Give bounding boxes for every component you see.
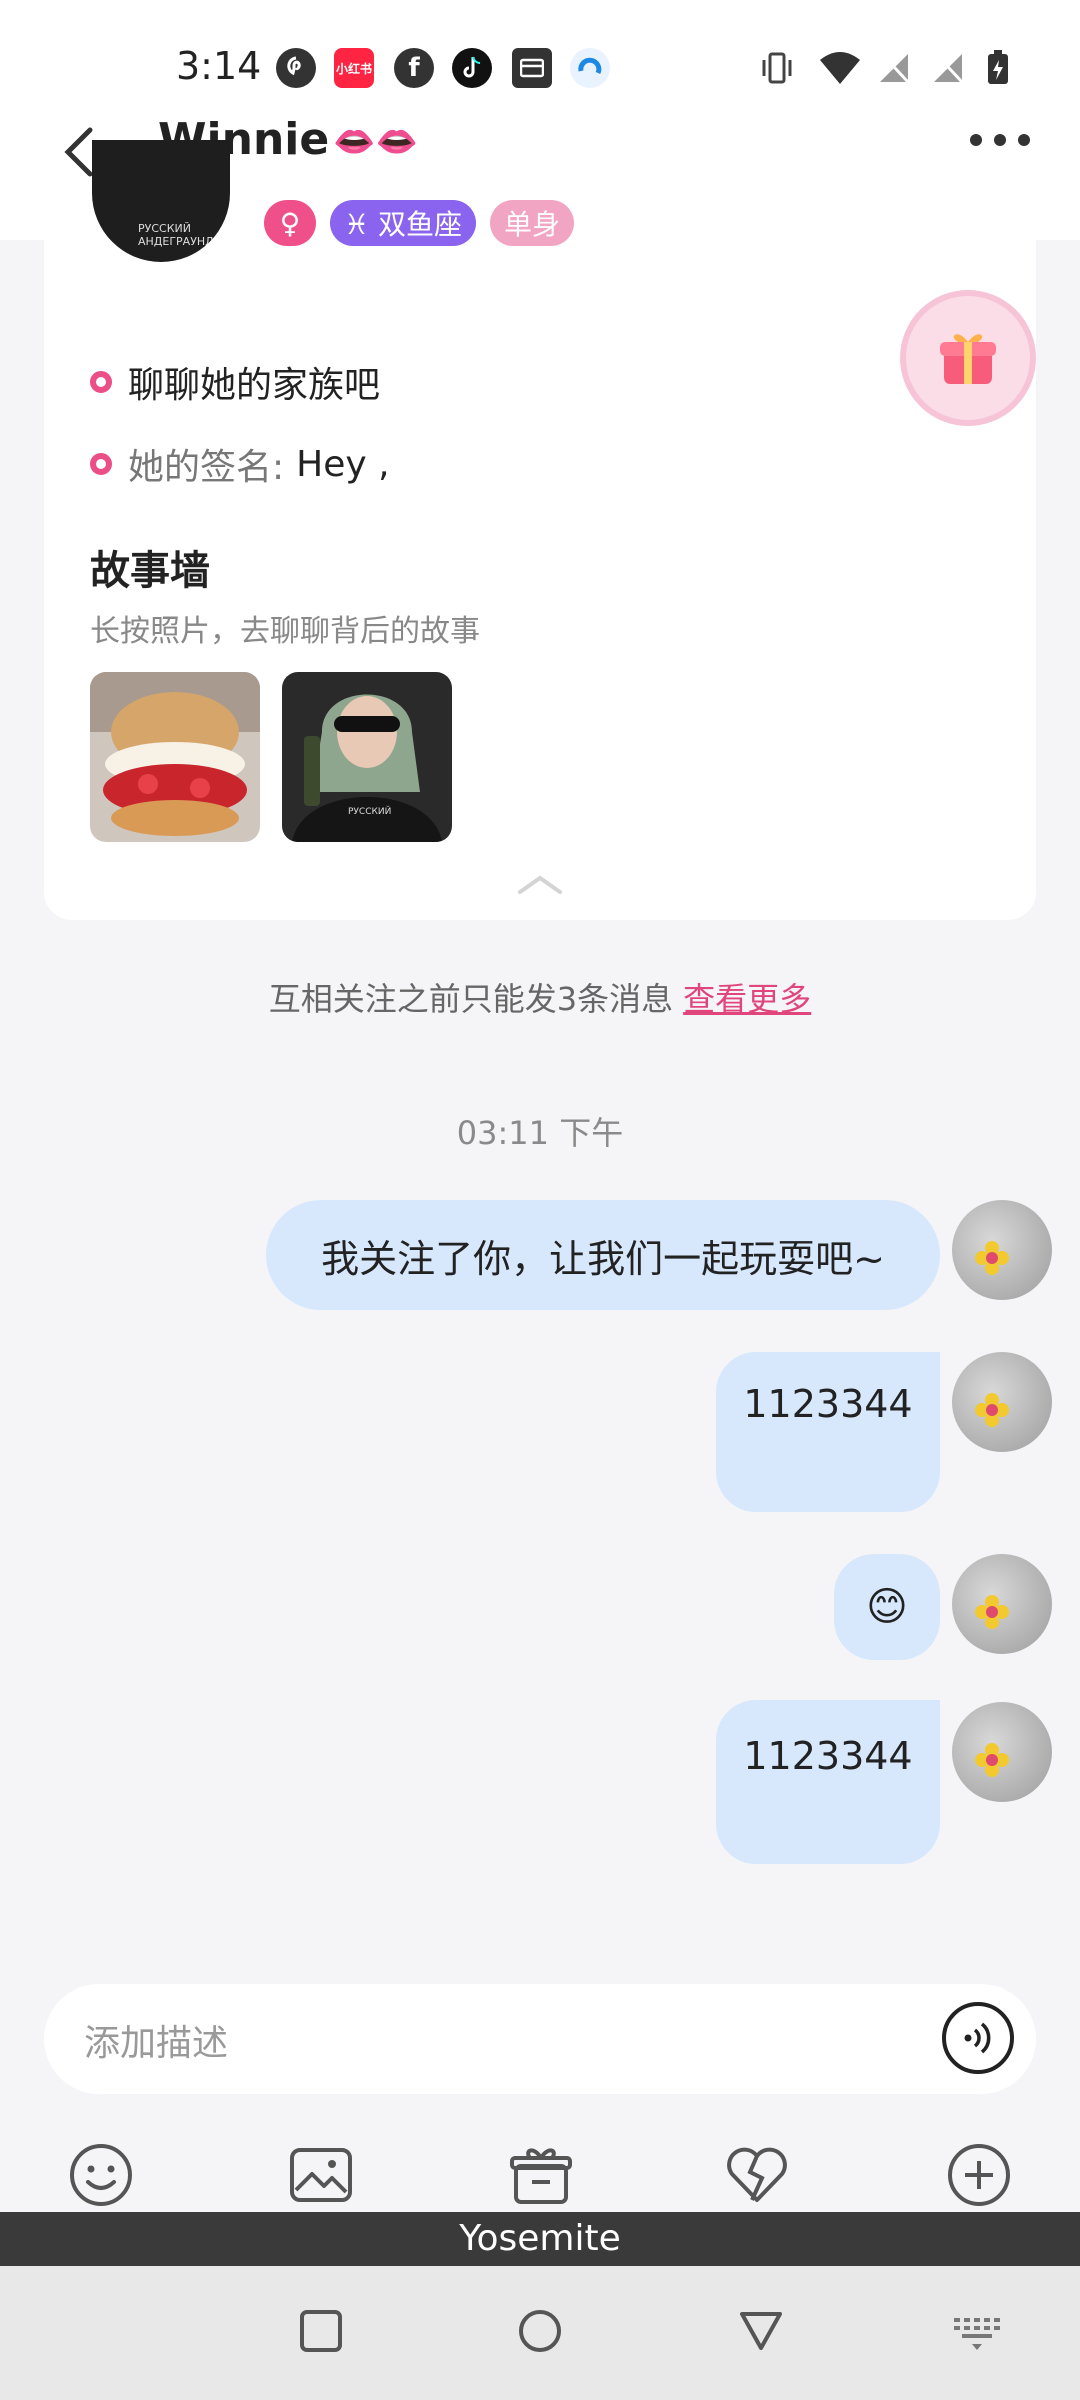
- signature-line: 她的签名: Hey ,: [90, 438, 390, 490]
- voice-icon: [964, 2022, 991, 2054]
- relationship-tag: 单身: [490, 200, 575, 246]
- message-bubble[interactable]: 1123344: [716, 1700, 940, 1864]
- gift-toolbar-icon[interactable]: [506, 2140, 576, 2210]
- chat-toolbar: [0, 2140, 1080, 2220]
- message-input[interactable]: 添加描述: [84, 2014, 228, 2066]
- battery-icon: [988, 50, 1008, 84]
- story-wall-title: 故事墙: [90, 548, 210, 594]
- gender-tag: ♀: [264, 200, 316, 246]
- message-bubble[interactable]: 我关注了你，让我们一起玩耍吧~: [266, 1200, 940, 1310]
- story-wall-subtitle: 长按照片，去聊聊背后的故事: [90, 614, 480, 649]
- zodiac-tag: ♓ 双鱼座: [330, 200, 477, 246]
- my-avatar[interactable]: [952, 1702, 1052, 1802]
- message-text: 1123344: [743, 1382, 913, 1426]
- image-icon[interactable]: [286, 2140, 356, 2210]
- signature-value: Hey ,: [296, 443, 390, 485]
- facebook-icon: f: [394, 48, 434, 88]
- message-bubble[interactable]: 1123344: [716, 1352, 940, 1512]
- signal-off-icon-2: [934, 52, 964, 84]
- signature-label: 她的签名:: [128, 447, 285, 488]
- gift-icon: [940, 334, 996, 384]
- keyboard-icon[interactable]: [952, 2306, 1002, 2356]
- collapse-chevron-icon[interactable]: [516, 872, 564, 896]
- message-input-bar[interactable]: 添加描述: [44, 1984, 1036, 2094]
- message-text: 1123344: [743, 1734, 913, 1778]
- message-limit-note: 互相关注之前只能发3条消息 查看更多: [0, 974, 1080, 1020]
- recents-button[interactable]: [296, 2306, 346, 2356]
- my-avatar[interactable]: [952, 1554, 1052, 1654]
- view-more-link[interactable]: 查看更多: [683, 980, 811, 1018]
- photo-shirt-text: РУССКИЙ: [348, 805, 391, 817]
- xiaohongshu-icon: 小红书: [334, 48, 374, 88]
- profile-tags: ♀ ♓ 双鱼座 单身: [264, 200, 575, 246]
- bullet-dot: [90, 453, 112, 475]
- wifi-icon: [820, 52, 860, 84]
- message-timestamp: 03:11 下午: [456, 1114, 624, 1152]
- limit-note-text: 互相关注之前只能发3条消息: [268, 980, 674, 1018]
- add-icon[interactable]: [944, 2140, 1014, 2210]
- signal-off-icon: [880, 52, 910, 84]
- gift-button[interactable]: [900, 290, 1036, 426]
- home-button[interactable]: [515, 2306, 565, 2356]
- my-avatar[interactable]: [952, 1200, 1052, 1300]
- wallet-icon: [512, 48, 552, 88]
- keyboard-label: Yosemite: [0, 2212, 1080, 2266]
- browser-icon: [570, 48, 610, 88]
- message-emoji: 😊: [866, 1584, 908, 1630]
- avatar-shirt-text: РУССКИЙ АНДЕГРАУНД: [138, 222, 214, 248]
- system-nav-bar: [0, 2266, 1080, 2400]
- voice-button[interactable]: [942, 2002, 1014, 2074]
- message-text: 我关注了你，让我们一起玩耍吧~: [321, 1236, 885, 1281]
- family-prompt[interactable]: 聊聊她的家族吧: [90, 356, 380, 408]
- my-avatar[interactable]: [952, 1352, 1052, 1452]
- story-photo-dessert[interactable]: [90, 672, 260, 842]
- family-prompt-text: 聊聊她的家族吧: [128, 365, 381, 406]
- status-time: 3:14: [176, 44, 262, 88]
- vibrate-icon: [762, 52, 792, 84]
- message-bubble[interactable]: 😊: [834, 1554, 940, 1660]
- bullet-dot: [90, 371, 112, 393]
- pinterest-icon: [276, 48, 316, 88]
- more-options-button[interactable]: [970, 130, 1030, 150]
- back-nav-button[interactable]: [736, 2306, 786, 2356]
- lips-emoji: 👄👄: [333, 122, 418, 162]
- tiktok-icon: [452, 48, 492, 88]
- story-photo-portrait[interactable]: РУССКИЙ: [282, 672, 452, 842]
- broken-heart-icon[interactable]: [722, 2140, 792, 2210]
- emoji-icon[interactable]: [66, 2140, 136, 2210]
